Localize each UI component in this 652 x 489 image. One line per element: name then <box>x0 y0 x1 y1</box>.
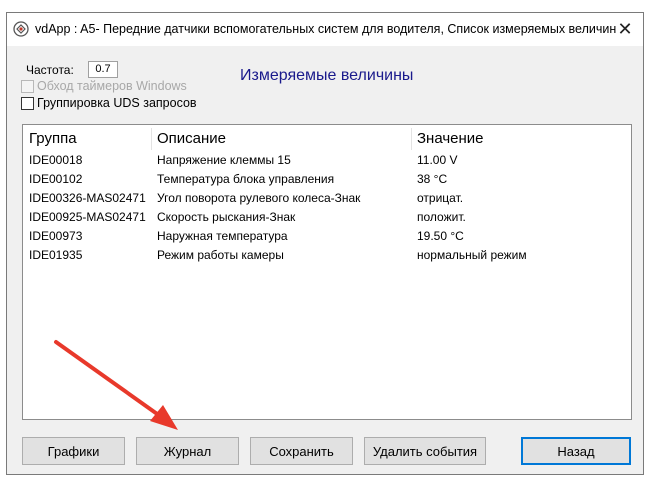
cell-group: IDE00102 <box>29 172 83 186</box>
column-divider[interactable] <box>411 128 412 150</box>
close-button[interactable]: ✕ <box>613 18 637 40</box>
cell-group: IDE00326-MAS02471 <box>29 191 146 205</box>
bypass-timers-option: Обход таймеров Windows <box>21 79 187 93</box>
group-uds-label: Группировка UDS запросов <box>37 96 197 110</box>
back-button[interactable]: Назад <box>521 437 631 465</box>
cell-group: IDE00925-MAS02471 <box>29 210 146 224</box>
main-window: vdApp : A5- Передние датчики вспомогател… <box>6 12 644 475</box>
table-row[interactable]: IDE00973 Наружная температура 19.50 °C <box>23 227 631 246</box>
window-title: vdApp : A5- Передние датчики вспомогател… <box>35 22 617 36</box>
cell-description: Наружная температура <box>157 229 288 243</box>
column-divider[interactable] <box>151 128 152 150</box>
list-header: Группа Описание Значение <box>23 128 631 150</box>
cell-value: 11.00 V <box>417 153 458 167</box>
cell-group: IDE00973 <box>29 229 83 243</box>
cell-group: IDE01935 <box>29 248 83 262</box>
journal-button[interactable]: Журнал <box>136 437 239 465</box>
cell-value: отрицат. <box>417 191 464 205</box>
table-row[interactable]: IDE00326-MAS02471 Угол поворота рулевого… <box>23 189 631 208</box>
table-row[interactable]: IDE01935 Режим работы камеры нормальный … <box>23 246 631 265</box>
app-icon <box>13 21 29 37</box>
section-title: Измеряемые величины <box>240 67 414 84</box>
save-button[interactable]: Сохранить <box>250 437 353 465</box>
cell-description: Температура блока управления <box>157 172 335 186</box>
cell-description: Угол поворота рулевого колеса-Знак <box>157 191 361 205</box>
frequency-label: Частота: <box>26 63 74 77</box>
frequency-field[interactable]: 0.7 <box>88 61 118 78</box>
table-row[interactable]: IDE00018 Напряжение клеммы 15 11.00 V <box>23 151 631 170</box>
cell-value: положит. <box>417 210 466 224</box>
bypass-timers-label: Обход таймеров Windows <box>37 79 187 93</box>
charts-button[interactable]: Графики <box>22 437 125 465</box>
table-row[interactable]: IDE00925-MAS02471 Скорость рыскания-Знак… <box>23 208 631 227</box>
cell-description: Скорость рыскания-Знак <box>157 210 296 224</box>
cell-description: Напряжение клеммы 15 <box>157 153 291 167</box>
cell-value: нормальный режим <box>417 248 527 262</box>
delete-events-button[interactable]: Удалить события <box>364 437 486 465</box>
column-header-value[interactable]: Значение <box>417 130 484 147</box>
column-header-group[interactable]: Группа <box>29 130 77 147</box>
group-uds-checkbox[interactable] <box>21 96 34 110</box>
bypass-timers-checkbox <box>21 79 34 93</box>
title-bar: vdApp : A5- Передние датчики вспомогател… <box>7 13 643 46</box>
group-uds-option[interactable]: Группировка UDS запросов <box>21 96 197 110</box>
cell-group: IDE00018 <box>29 153 83 167</box>
cell-description: Режим работы камеры <box>157 248 284 262</box>
measurements-list[interactable]: Группа Описание Значение IDE00018 Напряж… <box>22 124 632 420</box>
cell-value: 38 °C <box>417 172 448 186</box>
close-icon: ✕ <box>617 19 633 39</box>
cell-value: 19.50 °C <box>417 229 464 243</box>
column-header-description[interactable]: Описание <box>157 130 226 147</box>
table-row[interactable]: IDE00102 Температура блока управления 38… <box>23 170 631 189</box>
